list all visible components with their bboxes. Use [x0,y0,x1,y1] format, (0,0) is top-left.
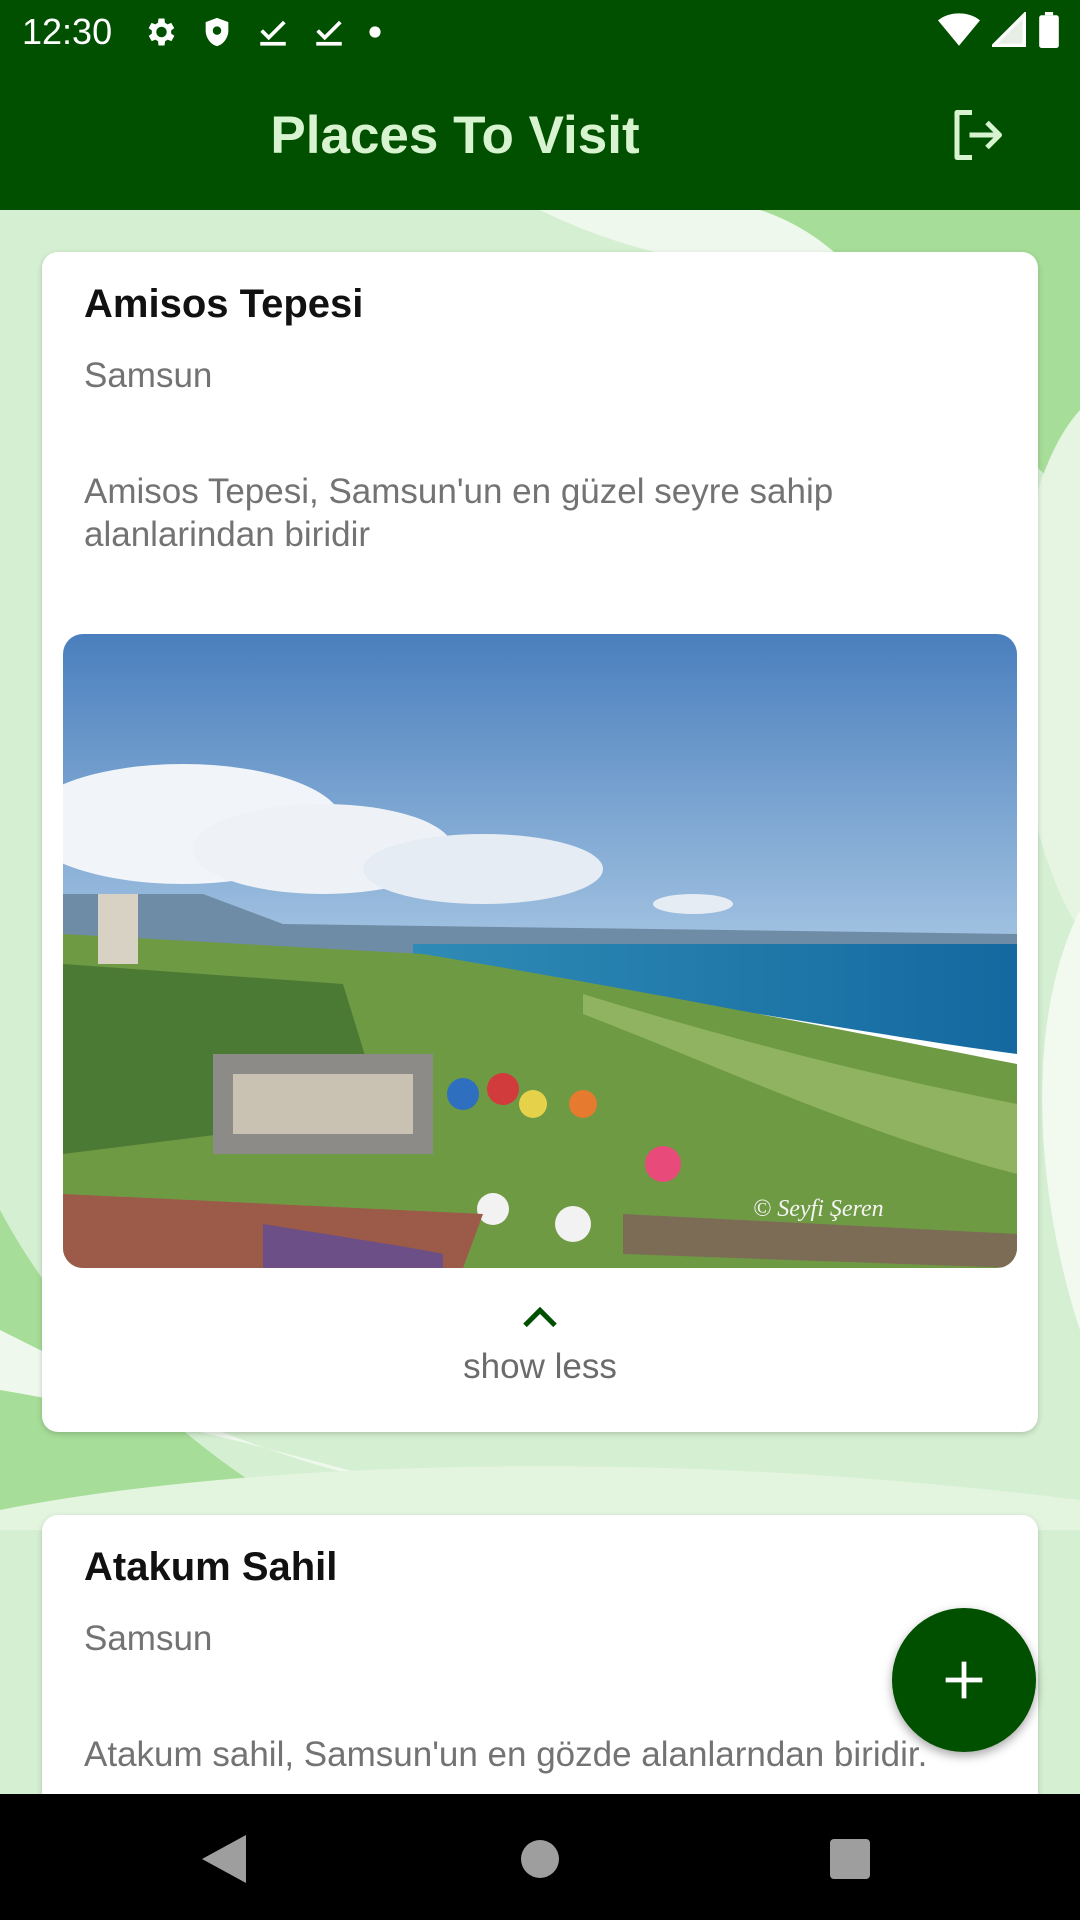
place-card[interactable]: Atakum Sahil Samsun Atakum sahil, Samsun… [42,1515,1038,1794]
add-place-button[interactable] [892,1608,1036,1752]
navigation-bar [0,1794,1080,1920]
app-bar: Places To Visit [0,63,1080,210]
place-title: Amisos Tepesi [84,282,364,326]
signal-icon [992,12,1026,47]
back-icon[interactable] [202,1835,246,1883]
place-description: Amisos Tepesi, Samsun'un en güzel seyre … [84,472,834,554]
wifi-icon [938,13,980,46]
status-bar: 12:30 [0,0,1080,63]
status-left-icons [142,14,382,50]
home-icon[interactable] [520,1839,560,1879]
chevron-up-icon [523,1306,557,1328]
download-done-icon [316,20,342,46]
gear-icon [148,18,175,45]
status-right-icons [938,12,1060,48]
battery-icon [1039,12,1059,48]
plus-icon [945,1661,983,1699]
photo-watermark: © Seyfi Şeren [753,1196,884,1222]
logout-button[interactable] [945,103,1009,167]
places-list[interactable]: Amisos Tepesi Samsun Amisos Tepesi, Sams… [0,210,1080,1794]
dot-icon [369,25,381,38]
logout-icon [954,110,1002,160]
place-city: Samsun [84,1619,213,1658]
place-description: Atakum sahil, Samsun'un en gözde alanlar… [84,1735,928,1774]
status-time: 12:30 [22,10,113,52]
app-title: Places To Visit [270,106,640,165]
place-city: Samsun [84,356,213,395]
place-title: Atakum Sahil [84,1545,338,1589]
download-done-icon [260,20,286,46]
place-photo: © Seyfi Şeren [63,634,1017,1268]
shield-icon [205,17,229,46]
show-less-label: show less [463,1347,617,1386]
place-card[interactable]: Amisos Tepesi Samsun Amisos Tepesi, Sams… [42,252,1038,1432]
show-less-toggle[interactable]: show less [42,1302,1038,1387]
recents-icon[interactable] [830,1839,870,1879]
